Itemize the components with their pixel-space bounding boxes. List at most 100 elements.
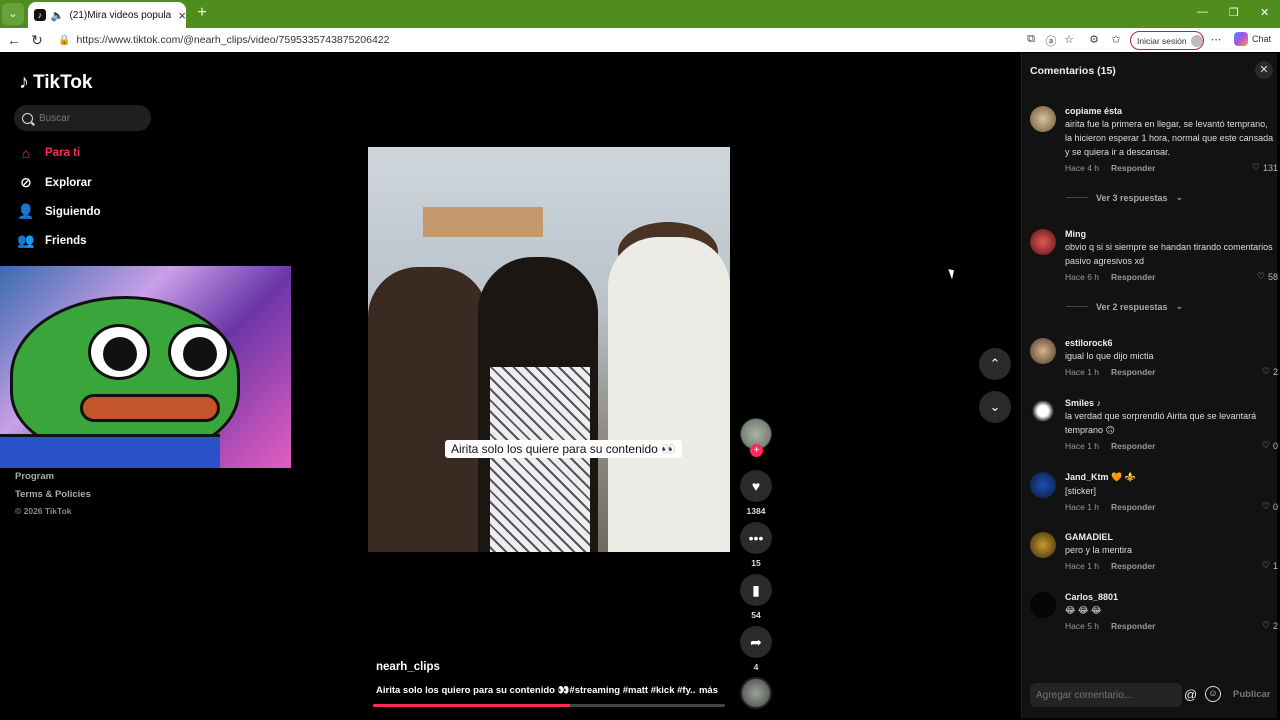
comment-input-box[interactable] bbox=[1030, 683, 1182, 707]
reply-button[interactable]: Responder bbox=[1111, 621, 1155, 631]
address-bar: ← ↻ 🔒 https://www.tiktok.com/@nearh_clip… bbox=[0, 28, 1280, 52]
search-box[interactable] bbox=[14, 105, 151, 131]
comment-like-button[interactable]: ♡ 2 bbox=[1262, 620, 1278, 631]
favorite-star-icon[interactable]: ☆ bbox=[1062, 33, 1076, 46]
speaker-icon[interactable]: 🔈 bbox=[51, 9, 65, 22]
music-disc-icon[interactable] bbox=[740, 677, 772, 709]
reload-icon[interactable]: ↻ bbox=[29, 32, 45, 48]
nav-item-explorar[interactable]: ⊘ Explorar bbox=[17, 174, 92, 191]
video-player[interactable]: Airita solo los quiere para su contenido… bbox=[368, 147, 730, 552]
reply-button[interactable]: Responder bbox=[1111, 561, 1155, 571]
footer-program-link[interactable]: Program bbox=[15, 471, 54, 482]
video-progress-bar[interactable] bbox=[373, 704, 725, 707]
heart-outline-icon: ♡ bbox=[1261, 620, 1270, 630]
like-action[interactable]: ♥ 1384 bbox=[740, 470, 772, 516]
tiktok-note-icon: ♪ bbox=[19, 71, 29, 93]
extensions-icon[interactable]: ⚙ bbox=[1087, 33, 1101, 46]
comment-time: Hace 1 h bbox=[1065, 561, 1100, 571]
publish-button[interactable]: Publicar bbox=[1233, 689, 1271, 700]
comment-like-button[interactable]: ♡ 0 bbox=[1262, 440, 1278, 451]
tab-title: (21)Mira videos populares sel bbox=[69, 9, 172, 21]
copilot-button[interactable]: Chat bbox=[1234, 32, 1271, 46]
follow-plus-icon[interactable]: + bbox=[750, 444, 763, 457]
commenter-avatar[interactable] bbox=[1030, 532, 1056, 558]
commenter-avatar[interactable] bbox=[1030, 472, 1056, 498]
nav-label: Para ti bbox=[45, 147, 81, 159]
minimize-icon[interactable]: — bbox=[1197, 6, 1208, 18]
tiktok-logo[interactable]: ♪ TikTok bbox=[19, 71, 92, 94]
save-action[interactable]: ▮ 54 bbox=[740, 574, 772, 620]
nav-item-siguiendo[interactable]: 👤 Siguiendo bbox=[17, 203, 100, 220]
nav-label: Friends bbox=[45, 234, 87, 247]
browser-titlebar: ⌄ ♪ 🔈 (21)Mira videos populares sel × + … bbox=[0, 0, 1280, 28]
compass-icon: ⊘ bbox=[20, 174, 32, 190]
like-count: 1384 bbox=[746, 506, 766, 516]
emoji-icon[interactable]: ☺ bbox=[1205, 686, 1221, 702]
commenter-avatar[interactable] bbox=[1030, 106, 1056, 132]
more-menu-icon[interactable]: ⋯ bbox=[1209, 33, 1223, 46]
commenter-avatar[interactable] bbox=[1030, 398, 1056, 424]
site-info-icon[interactable]: 🔒 bbox=[58, 35, 70, 46]
comment-user[interactable]: Ming bbox=[1065, 229, 1275, 239]
close-comments-icon[interactable]: ✕ bbox=[1255, 61, 1273, 79]
reply-button[interactable]: Responder bbox=[1111, 441, 1155, 451]
comment-like-button[interactable]: ♡ 1 bbox=[1262, 560, 1278, 571]
reply-button[interactable]: Responder bbox=[1111, 272, 1155, 282]
comment-time: Hace 1 h bbox=[1065, 441, 1100, 451]
new-tab-button[interactable]: + bbox=[193, 4, 211, 22]
comment-user[interactable]: copiame ésta bbox=[1065, 106, 1275, 116]
commenter-avatar[interactable] bbox=[1030, 229, 1056, 255]
mention-icon[interactable]: @ bbox=[1184, 687, 1197, 702]
back-icon[interactable]: ← bbox=[6, 32, 22, 48]
commenter-avatar[interactable] bbox=[1030, 338, 1056, 364]
reply-button[interactable]: Responder bbox=[1111, 367, 1155, 377]
comment-like-button[interactable]: ♡ 58 bbox=[1257, 271, 1278, 282]
search-input[interactable] bbox=[39, 112, 139, 124]
comment-like-button[interactable]: ♡ 2 bbox=[1262, 366, 1278, 377]
comments-panel: Comentarios (15) ✕ copiame ésta airita f… bbox=[1021, 53, 1278, 718]
comment-user[interactable]: Smiles ♪ bbox=[1065, 398, 1275, 408]
comment-input[interactable] bbox=[1036, 689, 1176, 701]
comment-user[interactable]: estilorock6 bbox=[1065, 338, 1275, 348]
heart-outline-icon: ♡ bbox=[1251, 162, 1260, 172]
comment-like-button[interactable]: ♡ 131 bbox=[1252, 162, 1278, 173]
open-app-icon[interactable]: ⧉ bbox=[1024, 33, 1038, 46]
share-action[interactable]: ➦ 4 bbox=[740, 626, 772, 672]
comment-like-button[interactable]: ♡ 0 bbox=[1262, 501, 1278, 512]
search-icon bbox=[22, 112, 33, 124]
heart-icon[interactable]: ♥ bbox=[740, 470, 772, 502]
browser-tab[interactable]: ♪ 🔈 (21)Mira videos populares sel × bbox=[28, 2, 186, 28]
replies-divider bbox=[1066, 197, 1088, 198]
previous-video-button[interactable]: ⌃ bbox=[979, 348, 1011, 380]
more-link[interactable]: más bbox=[694, 685, 718, 696]
tab-close-icon[interactable]: × bbox=[178, 8, 186, 23]
url-field[interactable]: 🔒 https://www.tiktok.com/@nearh_clips/vi… bbox=[52, 30, 1012, 50]
nav-item-friends[interactable]: 👥 Friends bbox=[17, 232, 87, 249]
favorites-icon[interactable]: ✩ bbox=[1109, 33, 1123, 46]
close-window-icon[interactable]: ✕ bbox=[1260, 6, 1269, 19]
comment-action[interactable]: ••• 15 bbox=[740, 522, 772, 568]
share-icon[interactable]: ➦ bbox=[740, 626, 772, 658]
commenter-avatar[interactable] bbox=[1030, 592, 1056, 618]
view-replies-button[interactable]: Ver 3 respuestas ⌄ bbox=[1066, 192, 1183, 203]
video-author[interactable]: nearh_clips bbox=[376, 661, 440, 673]
signin-button[interactable]: Iniciar sesión bbox=[1130, 31, 1204, 50]
comment-user[interactable]: GAMADIEL bbox=[1065, 532, 1275, 542]
nav-item-para-ti[interactable]: ⌂ Para ti bbox=[17, 145, 80, 161]
tab-actions-menu-icon[interactable]: ⌄ bbox=[2, 3, 24, 25]
comment-count: 15 bbox=[751, 558, 761, 568]
comment-user[interactable]: Carlos_8801 bbox=[1065, 592, 1275, 602]
restore-icon[interactable]: ❐ bbox=[1229, 6, 1239, 19]
translate-icon[interactable]: ⓐ bbox=[1044, 33, 1058, 49]
bookmark-icon[interactable]: ▮ bbox=[740, 574, 772, 606]
view-replies-button[interactable]: Ver 2 respuestas ⌄ bbox=[1066, 301, 1183, 312]
next-video-button[interactable]: ⌄ bbox=[979, 391, 1011, 423]
comment-icon[interactable]: ••• bbox=[740, 522, 772, 554]
footer-terms-link[interactable]: Terms & Policies bbox=[15, 489, 91, 500]
reply-button[interactable]: Responder bbox=[1111, 502, 1155, 512]
comment-time: Hace 1 h bbox=[1065, 367, 1100, 377]
reply-button[interactable]: Responder bbox=[1111, 163, 1155, 173]
comment-like-count: 2 bbox=[1272, 620, 1278, 631]
chevron-down-icon: ⌄ bbox=[1175, 192, 1184, 202]
comment-user[interactable]: Jand_Ktm 🧡 ⚜️ bbox=[1065, 472, 1275, 483]
